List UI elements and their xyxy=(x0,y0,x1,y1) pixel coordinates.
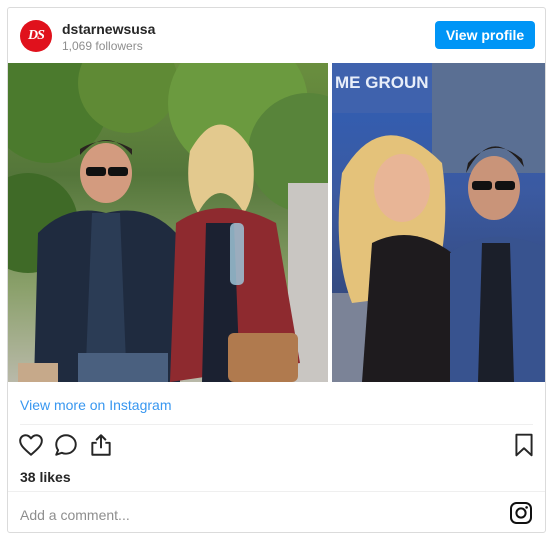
add-comment-input[interactable]: Add a comment... xyxy=(20,507,130,523)
post-actions xyxy=(8,432,545,462)
avatar[interactable]: DS xyxy=(20,20,52,52)
divider xyxy=(20,424,533,425)
comment-icon[interactable] xyxy=(53,432,79,458)
share-icon[interactable] xyxy=(88,432,114,458)
heart-icon[interactable] xyxy=(18,432,44,458)
background-sign-text: ME GROUN xyxy=(335,73,429,92)
post-header: DS dstarnewsusa 1,069 followers View pro… xyxy=(8,8,545,63)
view-more-link[interactable]: View more on Instagram xyxy=(20,397,171,413)
photo-right: ME GROUN xyxy=(332,63,545,382)
instagram-icon[interactable] xyxy=(509,501,533,525)
followers-count: 1,069 followers xyxy=(62,39,143,53)
divider xyxy=(8,491,545,492)
photo-left-illustration xyxy=(8,63,328,382)
likes-count[interactable]: 38 likes xyxy=(20,469,71,485)
photo-right-illustration: ME GROUN xyxy=(332,63,545,382)
photo-left xyxy=(8,63,328,382)
avatar-logo-text: DS xyxy=(28,28,45,43)
username[interactable]: dstarnewsusa xyxy=(62,21,155,37)
bookmark-icon[interactable] xyxy=(511,432,537,458)
instagram-embed-card: DS dstarnewsusa 1,069 followers View pro… xyxy=(7,7,546,533)
view-profile-button[interactable]: View profile xyxy=(435,21,535,49)
post-media[interactable]: ME GROUN xyxy=(8,63,545,382)
